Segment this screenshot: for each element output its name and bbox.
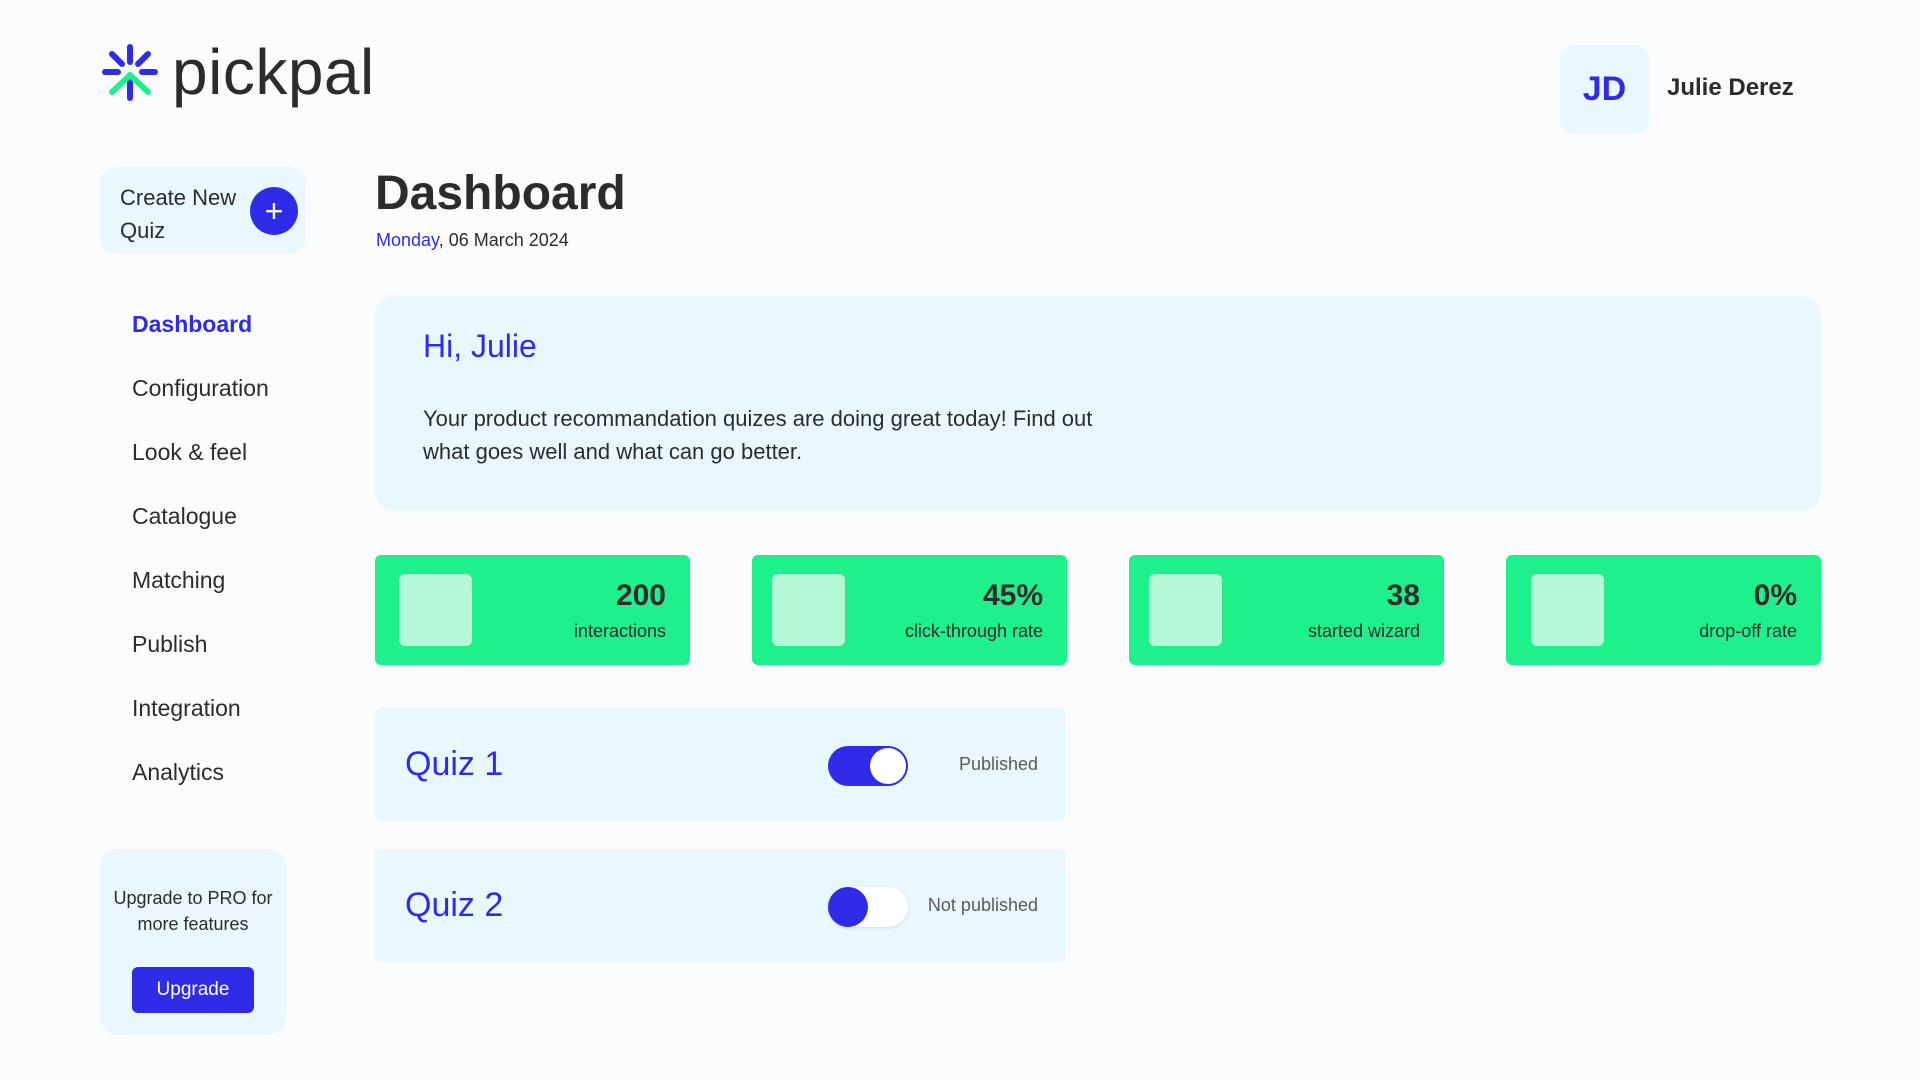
stat-placeholder-icon bbox=[772, 574, 845, 646]
toggle-knob bbox=[870, 748, 906, 784]
create-new-quiz-label: Create New Quiz bbox=[120, 185, 237, 243]
pickpal-logo-icon bbox=[102, 44, 158, 101]
stat-label: drop-off rate bbox=[1699, 621, 1797, 641]
stat-card-started-wizard: 38 started wizard bbox=[1129, 555, 1444, 665]
sidebar-nav: Dashboard Configuration Look & feel Cata… bbox=[132, 292, 269, 804]
plus-icon[interactable]: + bbox=[250, 187, 298, 235]
avatar[interactable]: JD bbox=[1560, 45, 1649, 134]
brand-logo[interactable]: pickpal bbox=[100, 40, 375, 104]
stat-label: click-through rate bbox=[904, 621, 1043, 641]
stat-placeholder-icon bbox=[1149, 574, 1222, 646]
sidebar-item-configuration[interactable]: Configuration bbox=[132, 356, 269, 420]
sidebar-item-matching[interactable]: Matching bbox=[132, 548, 269, 612]
publish-toggle[interactable] bbox=[828, 887, 908, 927]
stat-placeholder-icon bbox=[1531, 574, 1604, 646]
stat-label: started wizard bbox=[1307, 621, 1420, 641]
date-day: Monday bbox=[376, 230, 439, 250]
upgrade-button[interactable]: Upgrade bbox=[132, 967, 254, 1013]
sidebar-item-dashboard[interactable]: Dashboard bbox=[132, 292, 269, 356]
stat-value: 38 bbox=[1386, 579, 1420, 612]
quiz-row[interactable]: Quiz 1 Published bbox=[375, 708, 1066, 821]
stat-card-interactions: 200 interactions bbox=[375, 555, 690, 665]
upgrade-card: Upgrade to PRO for more features Upgrade bbox=[100, 849, 286, 1035]
quiz-name[interactable]: Quiz 2 bbox=[405, 849, 503, 962]
sidebar-item-analytics[interactable]: Analytics bbox=[132, 740, 269, 804]
greeting-card: Hi, Julie Your product recommandation qu… bbox=[375, 296, 1821, 511]
greeting-body: Your product recommandation quizes are d… bbox=[423, 406, 1093, 464]
brand-name: pickpal bbox=[172, 36, 375, 108]
quiz-name[interactable]: Quiz 1 bbox=[405, 708, 503, 821]
sidebar-item-catalogue[interactable]: Catalogue bbox=[132, 484, 269, 548]
sidebar-item-look-and-feel[interactable]: Look & feel bbox=[132, 420, 269, 484]
create-new-quiz-button[interactable]: Create New Quiz + bbox=[100, 167, 306, 254]
page-date: Monday, 06 March 2024 bbox=[376, 230, 569, 251]
greeting-title: Hi, Julie bbox=[423, 328, 537, 364]
page-title: Dashboard bbox=[375, 167, 626, 220]
stat-placeholder-icon bbox=[399, 574, 472, 646]
stat-value: 45% bbox=[982, 579, 1043, 612]
stat-card-drop-off-rate: 0% drop-off rate bbox=[1506, 555, 1821, 665]
date-rest: , 06 March 2024 bbox=[438, 230, 569, 250]
stat-value: 0% bbox=[1753, 579, 1797, 612]
quiz-status: Published bbox=[958, 754, 1038, 774]
publish-toggle[interactable] bbox=[828, 746, 908, 786]
stat-card-click-through-rate: 45% click-through rate bbox=[752, 555, 1067, 665]
sidebar-item-integration[interactable]: Integration bbox=[132, 676, 269, 740]
stat-value: 200 bbox=[615, 579, 666, 612]
stat-label: interactions bbox=[573, 621, 666, 641]
quiz-status: Not published bbox=[927, 895, 1038, 915]
upgrade-text: Upgrade to PRO for more features bbox=[113, 888, 273, 934]
toggle-knob bbox=[828, 887, 868, 927]
sidebar-item-publish[interactable]: Publish bbox=[132, 612, 269, 676]
quiz-row[interactable]: Quiz 2 Not published bbox=[375, 849, 1066, 962]
user-name[interactable]: Julie Derez bbox=[1667, 74, 1794, 102]
